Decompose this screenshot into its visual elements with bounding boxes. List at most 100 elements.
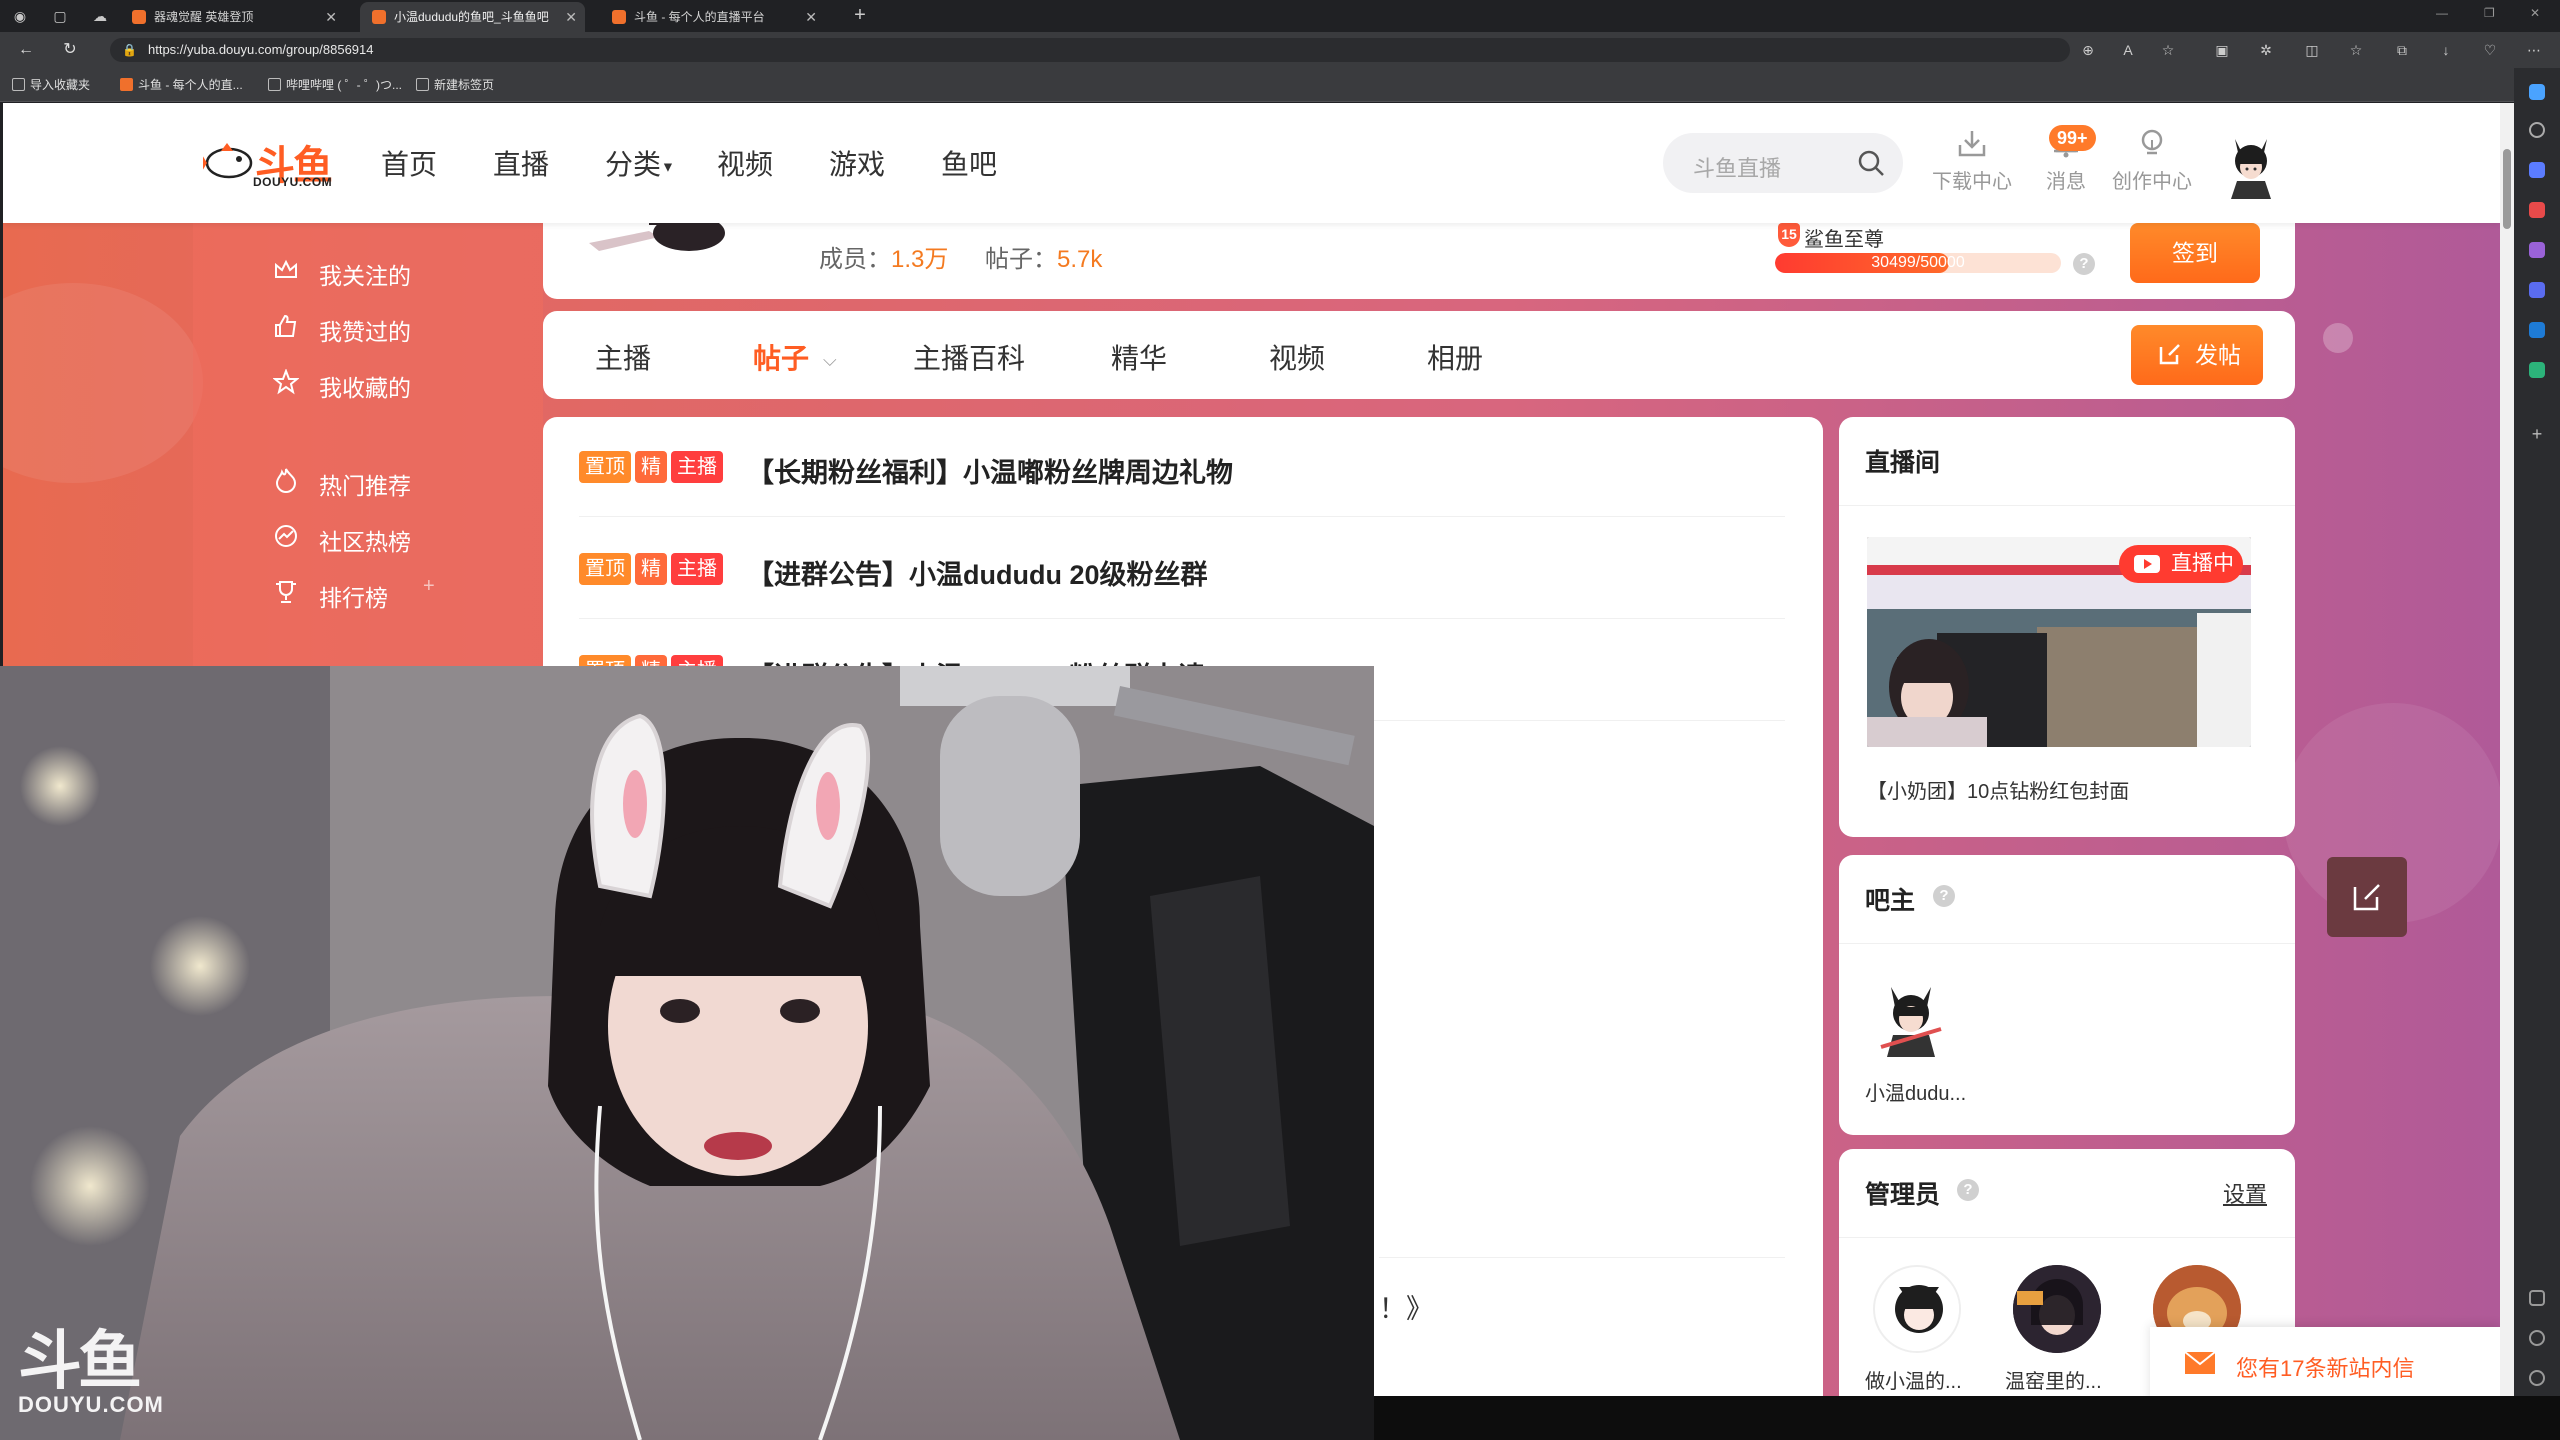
admin-name[interactable]: 做小温的... [1865, 1365, 1962, 1394]
read-aloud-icon[interactable]: A [2118, 40, 2138, 60]
post-title-fragment[interactable]: ！》 [1379, 1287, 1433, 1326]
m365-icon[interactable] [2529, 282, 2545, 298]
sidebar-item-ranking[interactable]: 排行榜 [273, 579, 388, 613]
user-avatar[interactable] [2221, 129, 2281, 199]
new-post-button[interactable]: 发帖 [2131, 325, 2263, 385]
url-field[interactable]: 🔒 https://yuba.douyu.com/group/8856914 [110, 38, 2070, 62]
signin-button[interactable]: 签到 [2130, 223, 2260, 283]
live-room-thumbnail[interactable]: 直播中 [1867, 537, 2251, 747]
bookmark-douyu[interactable]: 斗鱼 - 每个人的直... [120, 76, 243, 94]
tab-actions-icon[interactable]: ▢ [50, 6, 70, 26]
nav-category[interactable]: 分类▼ [605, 143, 675, 183]
more-menu-icon[interactable]: ⋯ [2524, 40, 2544, 60]
crown-icon [275, 259, 297, 278]
messages[interactable]: 消息 99+ [2021, 125, 2111, 205]
profile-icon[interactable]: ◉ [10, 6, 30, 26]
browser-essentials-icon[interactable]: ♡ [2480, 40, 2500, 60]
open-external-icon[interactable] [2529, 1330, 2545, 1346]
tab-close-icon[interactable]: ✕ [805, 2, 817, 32]
minimize-icon[interactable]: — [2436, 6, 2448, 20]
screenshot-icon[interactable] [2529, 1290, 2545, 1306]
bookmark-bilibili[interactable]: 哔哩哔哩 ( ゜- ゜)つ... [268, 76, 402, 94]
settings-icon[interactable] [2529, 1370, 2545, 1386]
extensions-puzzle-icon[interactable]: ✲ [2256, 40, 2276, 60]
admin-name[interactable]: 温窑里的... [2005, 1365, 2102, 1394]
owner-title: 吧主 [1865, 887, 1916, 915]
tab-featured[interactable]: 精华 [1111, 337, 1167, 377]
outlook-icon[interactable] [2529, 322, 2545, 338]
owner-avatar[interactable] [1875, 977, 1947, 1057]
games-icon[interactable] [2529, 242, 2545, 258]
copilot-icon[interactable] [2529, 84, 2545, 100]
douyu-logo[interactable]: 斗鱼 DOUYU.COM [203, 133, 343, 189]
zoom-icon[interactable]: ⊕ [2078, 40, 2098, 60]
page-scrollbar[interactable] [2500, 103, 2514, 1400]
bookmark-newtab[interactable]: 新建标签页 [416, 76, 494, 94]
tab-close-icon[interactable]: ✕ [565, 2, 577, 32]
browser-tab-2[interactable]: 小温dududu的鱼吧_斗鱼鱼吧 ✕ [360, 2, 585, 32]
download-center[interactable]: 下载中心 [1927, 125, 2017, 205]
add-icon[interactable]: + [423, 575, 435, 598]
browser-tab-3[interactable]: 斗鱼 - 每个人的直播平台 ✕ [600, 2, 825, 32]
live-room-caption[interactable]: 【小奶团】10点钻粉红包封面 [1867, 775, 2129, 804]
creator-center-label: 创作中心 [2112, 171, 2192, 193]
post-title[interactable]: 【长期粉丝福利】小温嘟粉丝牌周边礼物 [747, 451, 1233, 490]
search-icon[interactable] [2529, 122, 2545, 138]
nav-game[interactable]: 游戏 [829, 143, 885, 183]
sidebar-item-following[interactable]: 我关注的 [273, 257, 411, 291]
new-tab-button[interactable]: + [848, 4, 872, 28]
admin-avatar[interactable] [2013, 1265, 2101, 1353]
sidebar-item-hot[interactable]: 热门推荐 [273, 467, 411, 501]
tab-wiki[interactable]: 主播百科 [913, 337, 1025, 377]
split-screen-icon[interactable]: ◫ [2302, 40, 2322, 60]
help-icon[interactable]: ? [2073, 253, 2095, 275]
tab-posts-label: 帖子 [753, 343, 810, 374]
tab-anchor[interactable]: 主播 [595, 337, 651, 377]
tab-posts[interactable]: 帖子 ⌵ [753, 337, 837, 377]
admin-avatar[interactable] [1873, 1265, 1961, 1353]
nav-live[interactable]: 直播 [493, 143, 549, 183]
sidebar-item-community-hot[interactable]: 社区热榜 [273, 523, 411, 557]
restore-icon[interactable]: ❐ [2484, 6, 2495, 20]
scrollbar-thumb[interactable] [2503, 149, 2511, 229]
tools-icon[interactable] [2529, 162, 2545, 178]
collections-icon[interactable]: ⧉ [2392, 40, 2412, 60]
refresh-icon[interactable]: ↻ [60, 40, 80, 60]
back-icon[interactable]: ← [16, 40, 36, 60]
edit-icon [2353, 884, 2380, 911]
new-message-notice[interactable]: 您有17条新站内信 [2150, 1327, 2500, 1400]
nav-home[interactable]: 首页 [381, 143, 437, 183]
favorite-star-icon[interactable]: ☆ [2158, 40, 2178, 60]
post-title[interactable]: 【进群公告】小温dududu 20级粉丝群 [747, 553, 1208, 592]
admin-settings-link[interactable]: 设置 [2223, 1177, 2267, 1209]
video-bottom-bar [1374, 1396, 2560, 1440]
post-item[interactable]: 置顶精主播 【进群公告】小温dududu 20级粉丝群 [579, 519, 1785, 619]
sidebar-item-liked[interactable]: 我赞过的 [273, 313, 411, 347]
browser-tab-1[interactable]: 器魂觉醒 英雄登顶 ✕ [120, 2, 345, 32]
close-window-icon[interactable]: ✕ [2530, 6, 2540, 20]
sidebar-item-favorites[interactable]: 我收藏的 [273, 369, 411, 403]
shopping-icon[interactable] [2529, 202, 2545, 218]
favorites-icon[interactable]: ☆ [2346, 40, 2366, 60]
bookmark-import[interactable]: 导入收藏夹 [12, 76, 90, 94]
extension-icon[interactable]: ▣ [2212, 40, 2232, 60]
creator-center[interactable]: 创作中心 [2107, 125, 2197, 205]
post-item[interactable]: 置顶精主播 【长期粉丝福利】小温嘟粉丝牌周边礼物 [579, 417, 1785, 517]
owner-name[interactable]: 小温dudu... [1865, 1077, 1966, 1106]
floating-stream-video[interactable] [0, 666, 1374, 1440]
help-icon[interactable]: ? [1933, 885, 1955, 907]
tab-close-icon[interactable]: ✕ [325, 2, 337, 32]
search-box[interactable]: 斗鱼直播 [1663, 133, 1903, 193]
tab-videos[interactable]: 视频 [1269, 337, 1325, 377]
floating-edit-button[interactable] [2327, 857, 2407, 937]
nav-yuba[interactable]: 鱼吧 [941, 143, 997, 183]
download-icon[interactable]: ↓ [2436, 40, 2456, 60]
nav-video[interactable]: 视频 [717, 143, 773, 183]
search-icon[interactable] [1857, 149, 1885, 177]
workspaces-icon[interactable]: ☁ [90, 6, 110, 26]
add-icon[interactable]: + [2529, 425, 2545, 443]
help-icon[interactable]: ? [1957, 1179, 1979, 1201]
tab-album[interactable]: 相册 [1427, 337, 1483, 377]
new-message-text: 您有17条新站内信 [2236, 1356, 2415, 1381]
send-icon[interactable] [2529, 362, 2545, 378]
